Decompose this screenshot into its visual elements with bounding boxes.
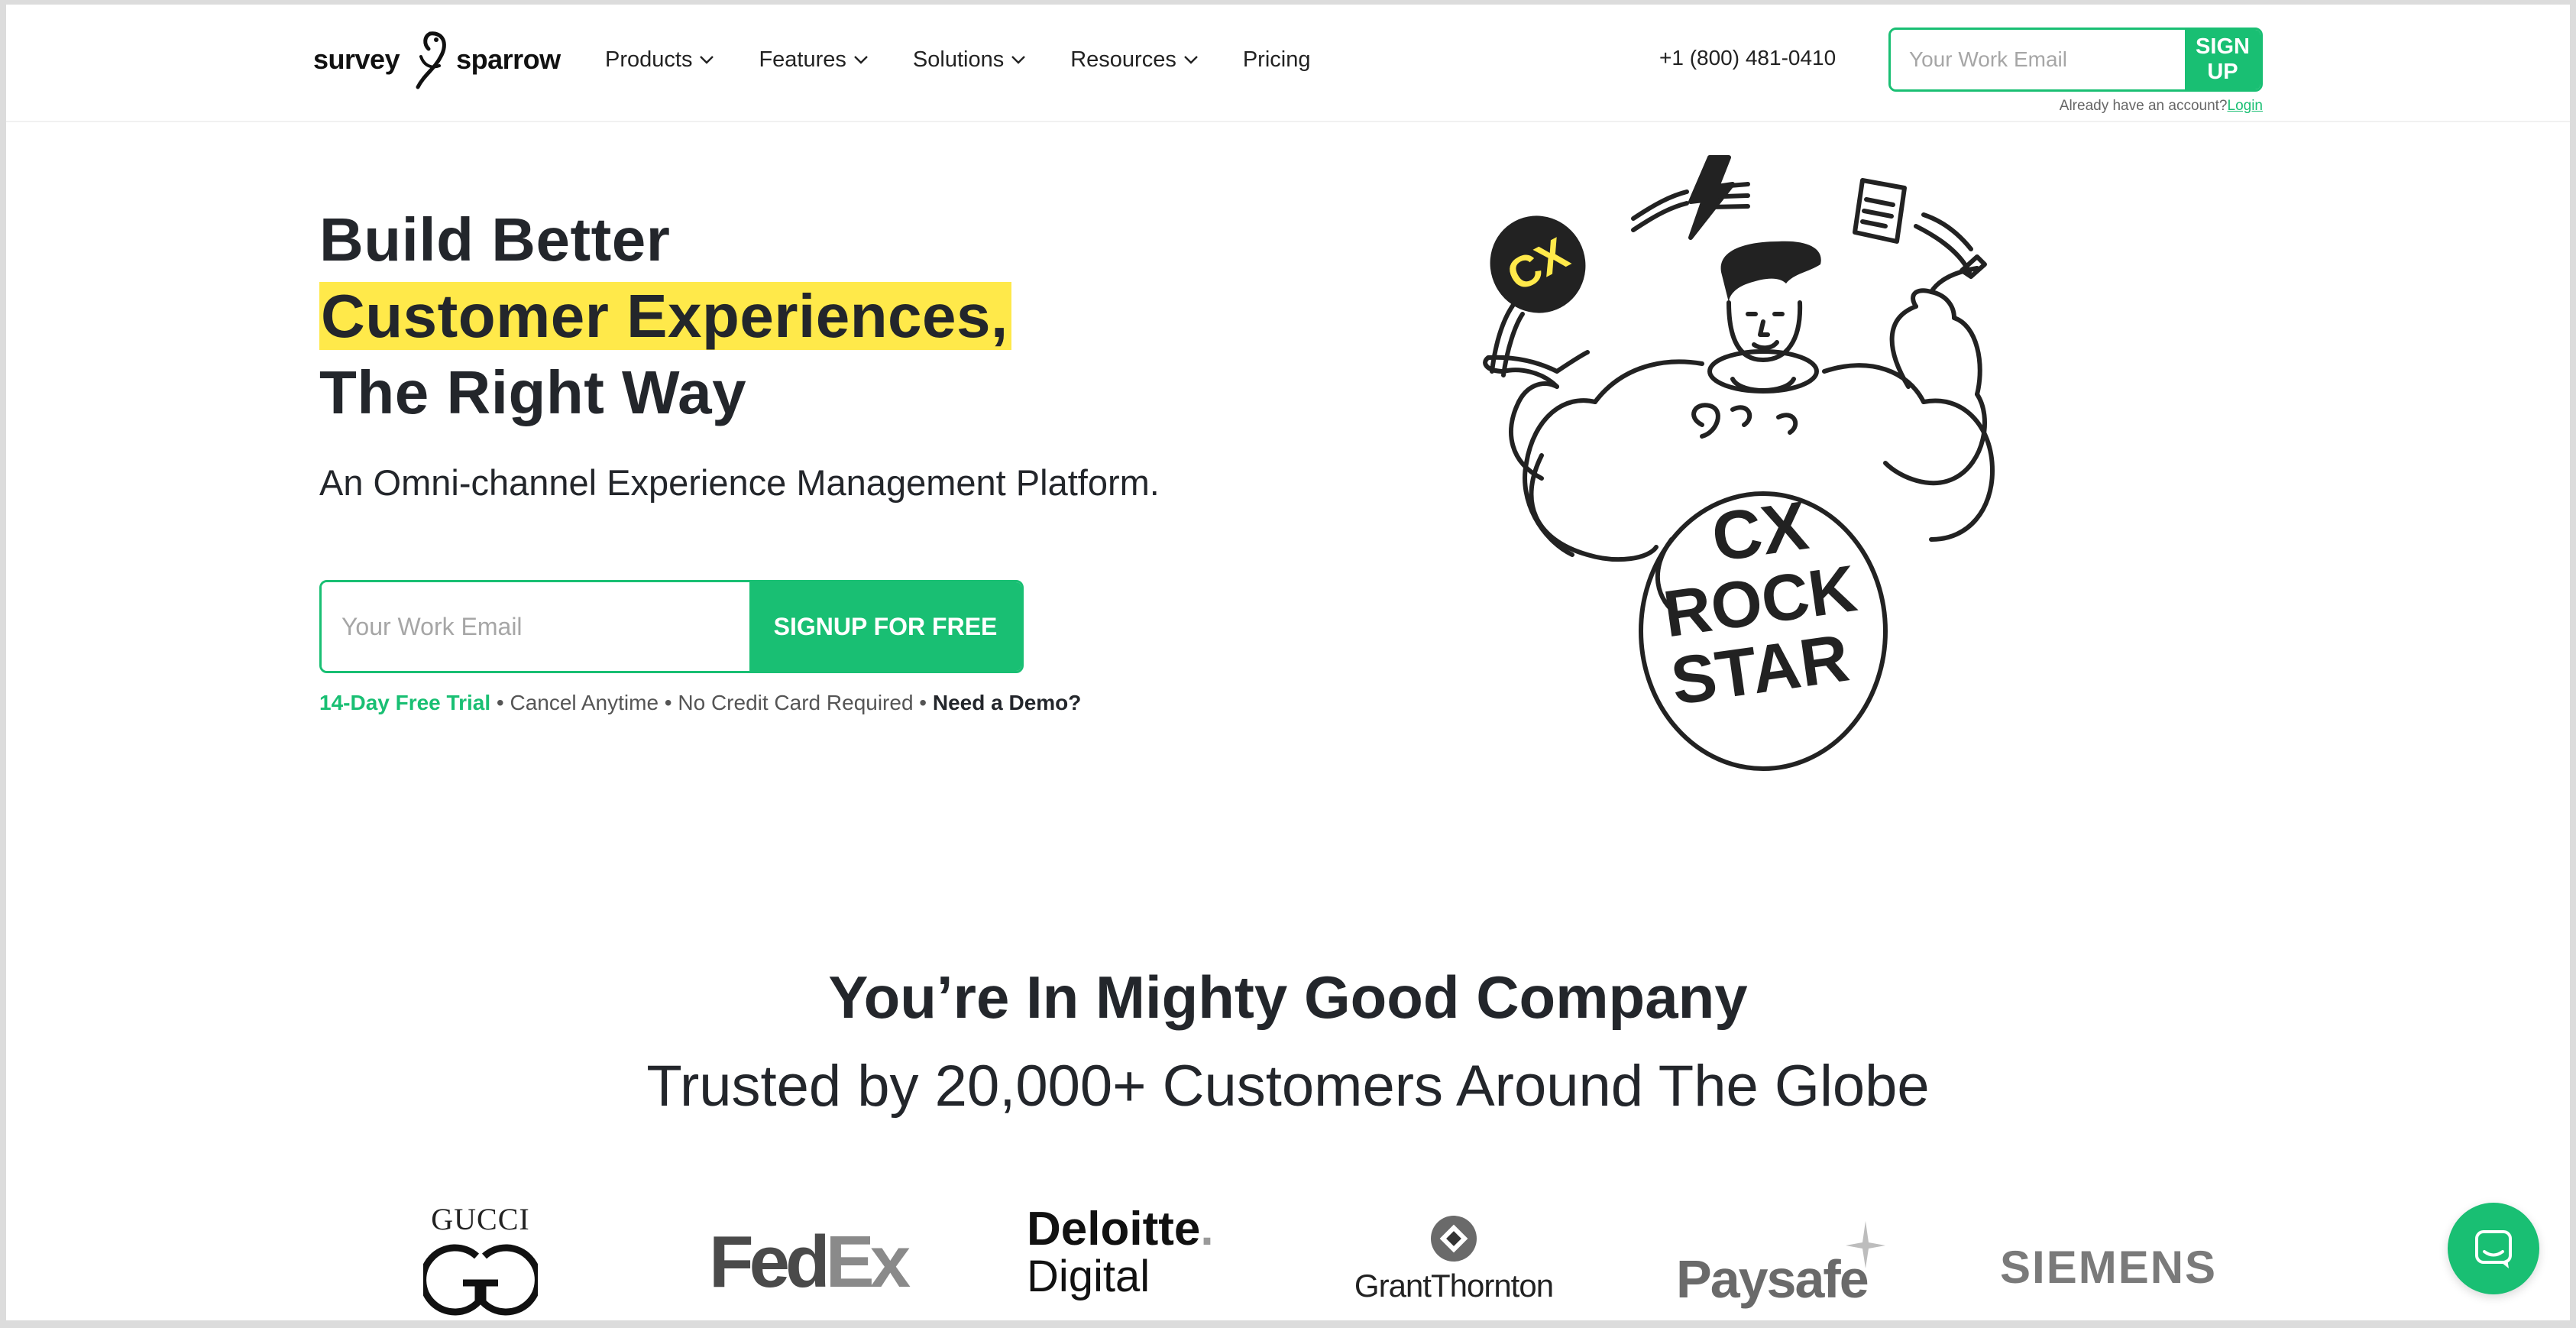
nav-resources[interactable]: Resources (1070, 44, 1199, 75)
nav-products-label: Products (605, 47, 693, 72)
logo-word-right: sparrow (456, 44, 561, 75)
trial-label: 14-Day Free Trial (319, 691, 491, 714)
nav-pricing-label: Pricing (1242, 47, 1311, 72)
chevron-down-icon (700, 56, 714, 64)
paysafe-logo: Paysafe (1676, 1219, 1890, 1309)
cx-rockstar-illustration: CX CX ROCK STAR (1483, 155, 1995, 771)
nav-resources-label: Resources (1070, 47, 1176, 72)
nav-features-label: Features (759, 47, 846, 72)
login-link[interactable]: Login (2228, 98, 2264, 114)
site-header: survey sparrow Products Features Solutio… (6, 5, 2570, 122)
logo-word-left: survey (313, 44, 400, 75)
gucci-gg-icon (419, 1244, 542, 1316)
gucci-wordmark: GUCCI (431, 1202, 530, 1236)
gucci-logo: GUCCI (419, 1201, 542, 1316)
paysafe-wordmark: Paysafe (1676, 1249, 1869, 1309)
hero-title: Build Better Customer Experiences, The R… (319, 202, 1011, 431)
grant-thornton-logo: GrantThornton (1351, 1213, 1557, 1304)
nav-products[interactable]: Products (605, 44, 714, 75)
chat-launcher-button[interactable] (2448, 1203, 2539, 1294)
grant-thornton-icon (1431, 1216, 1477, 1262)
fedex-logo: FedEx (709, 1221, 911, 1303)
sparrow-bird-icon (416, 31, 446, 89)
account-prompt-text: Already have an account? (2059, 98, 2228, 114)
grant-thornton-wordmark: GrantThornton (1354, 1268, 1554, 1304)
digital-wordmark: Digital (1027, 1252, 1150, 1301)
social-proof-subtitle: Trusted by 20,000+ Customers Around The … (646, 1054, 1930, 1119)
social-proof-title: You’re In Mighty Good Company (828, 964, 1748, 1031)
hero-title-line3: The Right Way (319, 358, 747, 426)
hero-title-highlight: Customer Experiences, (319, 282, 1011, 350)
account-prompt: Already have an account?Login (1992, 98, 2263, 115)
header-signup-button[interactable]: SIGN UP (2185, 30, 2260, 89)
nav-solutions-label: Solutions (912, 47, 1005, 72)
main-nav: Products Features Solutions Resources Pr… (605, 44, 1355, 75)
customer-logos: GUCCI FedEx Deloitte. Digital GrantThorn… (312, 1189, 2298, 1320)
header-email-input[interactable] (1891, 30, 2185, 89)
nav-pricing[interactable]: Pricing (1243, 44, 1311, 75)
page: survey sparrow Products Features Solutio… (6, 5, 2570, 1320)
deloitte-wordmark: Deloitte (1027, 1203, 1201, 1255)
nav-solutions[interactable]: Solutions (913, 44, 1026, 75)
hero-email-input[interactable] (322, 582, 749, 671)
phone-number-link[interactable]: +1 (800) 481-0410 (1659, 46, 1836, 70)
paysafe-star-icon (1846, 1221, 1885, 1268)
nav-features[interactable]: Features (759, 44, 868, 75)
chevron-down-icon (1183, 56, 1198, 64)
signup-for-free-button[interactable]: SIGNUP FOR FREE (749, 582, 1021, 671)
chevron-down-icon (854, 56, 868, 64)
hero-signup-form: SIGNUP FOR FREE (319, 580, 1024, 673)
hero-subtitle: An Omni-channel Experience Management Pl… (319, 462, 1160, 503)
siemens-logo: SIEMENS (2000, 1242, 2218, 1293)
trial-details: • Cancel Anytime • No Credit Card Requir… (490, 691, 933, 714)
surveysparrow-logo[interactable]: survey sparrow (313, 26, 561, 93)
trial-info: 14-Day Free Trial • Cancel Anytime • No … (319, 691, 1081, 715)
header-signup-form: SIGN UP (1888, 28, 2263, 92)
fedex-fed: Fed (709, 1221, 830, 1303)
hero-title-line1: Build Better (319, 206, 671, 274)
chat-bubble-icon (2475, 1230, 2512, 1268)
fedex-ex: Ex (825, 1221, 911, 1303)
chevron-down-icon (1011, 56, 1026, 64)
need-demo-link[interactable]: Need a Demo? (933, 691, 1082, 714)
deloitte-digital-logo: Deloitte. Digital (1027, 1203, 1214, 1301)
